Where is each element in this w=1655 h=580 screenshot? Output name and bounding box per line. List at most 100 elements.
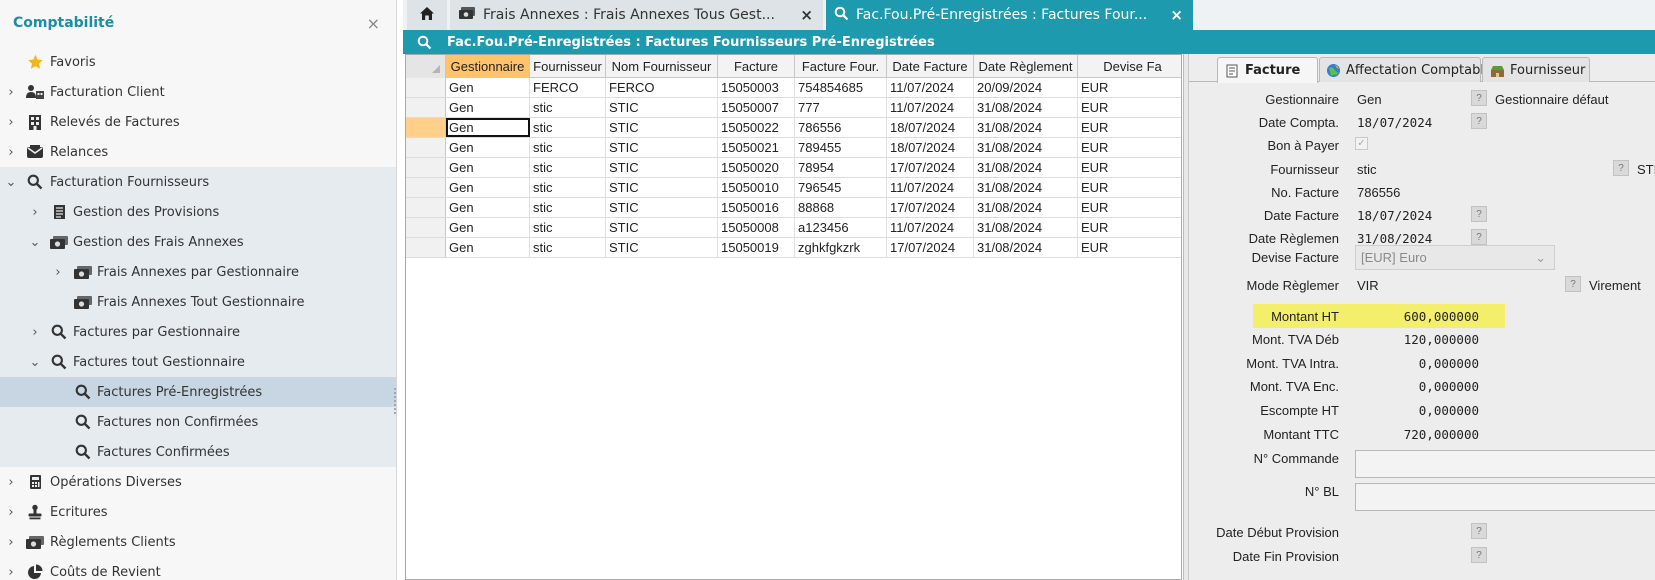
table-cell[interactable]: 786556 [795,118,887,137]
table-cell[interactable]: 11/07/2024 [887,98,974,117]
mont-tva-intra-value[interactable]: 0,000000 [1339,356,1479,371]
table-cell[interactable]: Gen [446,238,530,257]
date-facture-value[interactable]: 18/07/2024 [1357,208,1432,223]
table-cell[interactable]: 17/07/2024 [887,238,974,257]
table-cell[interactable]: 31/08/2024 [974,118,1078,137]
row-header[interactable] [406,138,446,157]
table-cell[interactable]: STIC [606,118,718,137]
table-cell[interactable]: 31/08/2024 [974,178,1078,197]
sidebar-item[interactable]: Frais Annexes Tout Gestionnaire [0,287,396,317]
tab-factures-pre-enregistrees[interactable]: Fac.Fou.Pré-Enregistrées : Factures Four… [826,0,1193,30]
table-cell[interactable]: 11/07/2024 [887,218,974,237]
sidebar-item[interactable]: › Relances [0,137,396,167]
sidebar-item[interactable]: › Gestion des Provisions [0,197,396,227]
table-cell[interactable]: Gen [446,78,530,97]
help-icon[interactable]: ? [1613,160,1629,176]
tab-home[interactable] [407,0,447,30]
table-cell[interactable]: EUR [1078,198,1181,217]
row-header[interactable] [406,158,446,177]
chevron-right-icon[interactable]: › [29,325,41,340]
table-cell[interactable]: 796545 [795,178,887,197]
table-cell[interactable]: zghkfgkzrk [795,238,887,257]
table-cell[interactable]: EUR [1078,218,1181,237]
column-header[interactable]: Nom Fournisseur [606,55,718,78]
table-cell[interactable]: EUR [1078,238,1181,257]
table-row[interactable]: Gen stic STIC 15050016 88868 17/07/2024 31/08/… [406,198,1181,218]
row-header[interactable] [406,98,446,117]
table-cell[interactable]: Gen [446,138,530,157]
table-cell[interactable]: stic [530,178,606,197]
table-cell[interactable]: 15050010 [718,178,795,197]
sidebar-item[interactable]: › Règlements Clients [0,527,396,557]
table-cell[interactable]: 20/09/2024 [974,78,1078,97]
montant-ttc-value[interactable]: 720,000000 [1339,427,1479,442]
chevron-down-icon[interactable]: ⌄ [5,175,17,190]
bon-a-payer-checkbox[interactable]: ✓ [1355,137,1368,150]
table-cell[interactable]: stic [530,158,606,177]
table-cell[interactable]: 17/07/2024 [887,158,974,177]
grid-corner[interactable] [406,55,446,78]
mont-tva-deb-value[interactable]: 120,000000 [1339,332,1479,347]
chevron-right-icon[interactable]: › [5,145,17,160]
mont-tva-enc-value[interactable]: 0,000000 [1339,379,1479,394]
resize-grip[interactable] [394,388,396,414]
table-cell[interactable]: Gen [446,158,530,177]
table-cell[interactable]: STIC [606,198,718,217]
table-cell[interactable]: stic [530,238,606,257]
sidebar-item[interactable]: › Coûts de Revient [0,557,396,580]
table-cell[interactable]: EUR [1078,98,1181,117]
table-row[interactable]: Gen stic STIC 15050010 796545 11/07/2024 31/08… [406,178,1181,198]
table-cell[interactable]: 15050008 [718,218,795,237]
sidebar-item[interactable]: Factures Confirmées [0,437,396,467]
table-cell[interactable]: 18/07/2024 [887,118,974,137]
n-commande-input[interactable] [1355,450,1655,478]
row-header[interactable] [406,218,446,237]
table-cell[interactable]: EUR [1078,138,1181,157]
table-row[interactable]: Gen stic STIC 15050007 777 11/07/2024 31/08/20… [406,98,1181,118]
help-icon[interactable]: ? [1471,229,1487,245]
table-cell[interactable]: STIC [606,178,718,197]
table-row[interactable]: Gen stic STIC 15050021 789455 18/07/2024 31/08… [406,138,1181,158]
chevron-right-icon[interactable]: › [5,115,17,130]
table-cell[interactable]: 31/08/2024 [974,98,1078,117]
table-cell[interactable]: 31/08/2024 [974,158,1078,177]
column-header[interactable]: Gestionnaire [446,55,530,78]
column-header[interactable]: Facture Four. [795,55,887,78]
table-cell[interactable]: 15050016 [718,198,795,217]
table-cell[interactable]: 777 [795,98,887,117]
table-cell[interactable]: 15050022 [718,118,795,137]
table-cell[interactable]: 17/07/2024 [887,198,974,217]
table-row[interactable]: Gen stic STIC 15050020 78954 17/07/2024 31/08/… [406,158,1181,178]
column-header[interactable]: Facture [718,55,795,78]
chevron-right-icon[interactable]: › [5,505,17,520]
table-cell[interactable]: 88868 [795,198,887,217]
table-cell[interactable]: Gen [446,198,530,217]
chevron-down-icon[interactable]: ⌄ [29,355,41,370]
column-header[interactable]: Date Règlement [974,55,1078,78]
table-cell[interactable]: stic [530,138,606,157]
table-cell[interactable]: Gen [446,218,530,237]
table-cell[interactable]: 15050003 [718,78,795,97]
table-cell[interactable]: 18/07/2024 [887,138,974,157]
no-facture-value[interactable]: 786556 [1357,185,1400,200]
table-cell[interactable]: 15050020 [718,158,795,177]
table-cell[interactable]: 11/07/2024 [887,78,974,97]
table-cell[interactable]: STIC [606,238,718,257]
table-cell[interactable]: 31/08/2024 [974,198,1078,217]
table-cell[interactable]: 789455 [795,138,887,157]
sidebar-item[interactable]: ⌄ Facturation Fournisseurs [0,167,396,197]
table-cell[interactable]: stic [530,218,606,237]
table-cell[interactable]: 15050019 [718,238,795,257]
sidebar-item[interactable]: › Facturation Client [0,77,396,107]
chevron-right-icon[interactable]: › [5,565,17,580]
table-cell[interactable]: stic [530,198,606,217]
gestionnaire-value[interactable]: Gen [1357,92,1382,107]
table-cell[interactable]: a123456 [795,218,887,237]
table-cell[interactable]: 78954 [795,158,887,177]
table-cell[interactable]: 31/08/2024 [974,138,1078,157]
chevron-right-icon[interactable]: › [5,475,17,490]
row-header[interactable] [406,198,446,217]
table-row[interactable]: Gen stic STIC 15050022 786556 18/07/2024 31/08… [406,118,1181,138]
column-header[interactable]: Date Facture [887,55,974,78]
table-row[interactable]: Gen stic STIC 15050019 zghkfgkzrk 17/07/2024 3… [406,238,1181,258]
